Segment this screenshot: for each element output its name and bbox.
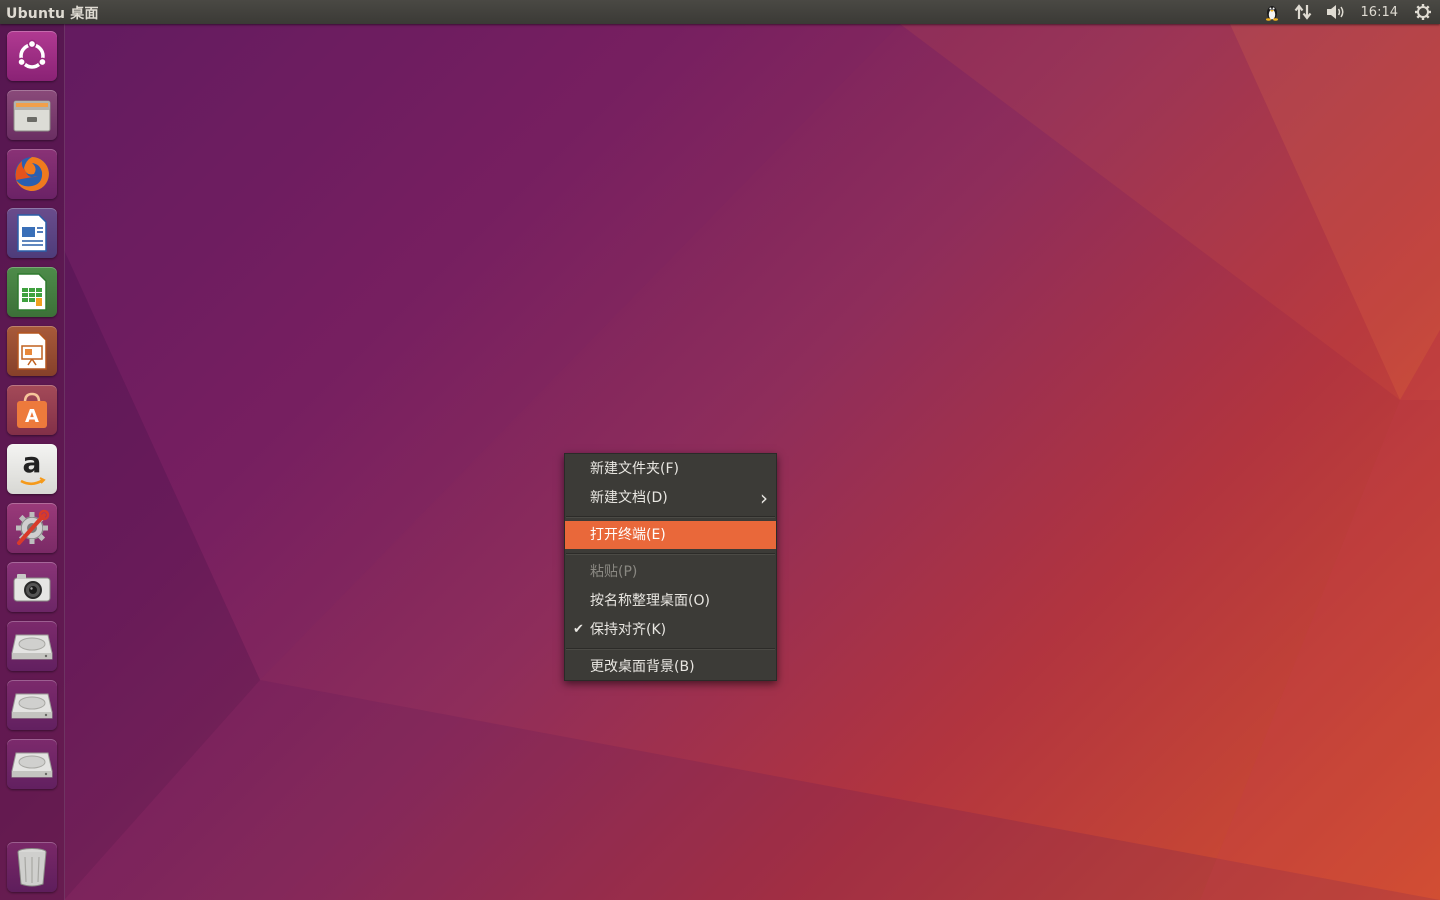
volume-icon[interactable]	[1319, 0, 1353, 24]
network-icon[interactable]	[1287, 0, 1319, 24]
indicator-area: 16:14	[1257, 0, 1440, 24]
chevron-right-icon: ›	[760, 486, 768, 510]
menu-separator	[566, 648, 775, 649]
camera-icon[interactable]	[7, 562, 57, 612]
software-center-icon[interactable]: A	[7, 385, 57, 435]
menu-item-arrange-by-name[interactable]: 按名称整理桌面(O)	[565, 587, 776, 615]
drive-icon[interactable]	[7, 739, 57, 789]
wallpaper-facets	[64, 24, 1440, 900]
system-settings-icon[interactable]	[7, 503, 57, 553]
menu-item-open-terminal[interactable]: 打开终端(E)	[565, 521, 776, 549]
top-panel: Ubuntu 桌面 16:14	[0, 0, 1440, 24]
menu-item-label: 新建文件夹(F)	[590, 461, 679, 477]
menu-item-keep-aligned[interactable]: ✔ 保持对齐(K)	[565, 616, 776, 644]
power-gear-icon[interactable]	[1408, 0, 1440, 24]
launcher: A a	[0, 24, 65, 900]
menu-separator	[566, 516, 775, 517]
menu-item-label: 按名称整理桌面(O)	[590, 593, 710, 609]
panel-title: Ubuntu 桌面	[6, 6, 99, 22]
menu-item-label: 新建文档(D)	[590, 490, 668, 506]
files-icon[interactable]	[7, 90, 57, 140]
drive-icon[interactable]	[7, 621, 57, 671]
menu-item-new-folder[interactable]: 新建文件夹(F)	[565, 455, 776, 483]
clock[interactable]: 16:14	[1353, 0, 1408, 24]
desktop-context-menu: 新建文件夹(F) 新建文档(D) › 打开终端(E) 粘贴(P) 按名称整理桌面…	[564, 453, 777, 681]
drive-icon[interactable]	[7, 680, 57, 730]
menu-item-change-background[interactable]: 更改桌面背景(B)	[565, 653, 776, 681]
menu-item-label: 粘贴(P)	[590, 564, 638, 580]
menu-item-label: 保持对齐(K)	[590, 622, 667, 638]
libreoffice-impress-icon[interactable]	[7, 326, 57, 376]
amazon-icon[interactable]: a	[7, 444, 57, 494]
svg-text:A: A	[25, 406, 39, 427]
ubuntu-dash-icon[interactable]	[7, 31, 57, 81]
libreoffice-calc-icon[interactable]	[7, 267, 57, 317]
menu-item-new-document[interactable]: 新建文档(D) ›	[565, 484, 776, 512]
menu-item-paste: 粘贴(P)	[565, 558, 776, 586]
menu-item-label: 打开终端(E)	[590, 527, 666, 543]
menu-separator	[566, 553, 775, 554]
firefox-icon[interactable]	[7, 149, 57, 199]
libreoffice-writer-icon[interactable]	[7, 208, 57, 258]
menu-item-label: 更改桌面背景(B)	[590, 659, 695, 675]
checkmark-icon: ✔	[573, 622, 584, 637]
tux-icon[interactable]	[1257, 0, 1287, 24]
desktop-background[interactable]	[0, 0, 1440, 900]
trash-icon[interactable]	[7, 842, 57, 892]
